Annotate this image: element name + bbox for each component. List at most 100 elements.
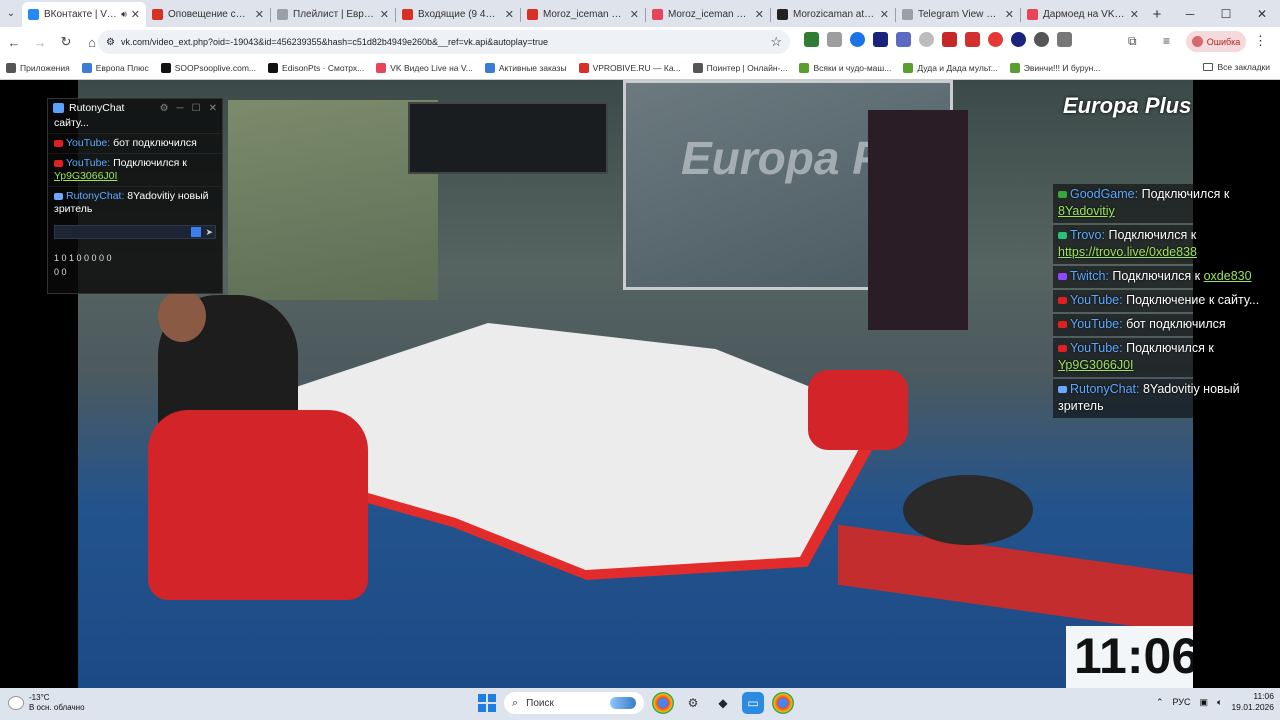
tab-close-icon[interactable]: ✕ (255, 8, 264, 21)
browser-tab[interactable]: Moroz_iceman на VK... ✕ (646, 2, 770, 27)
extension-icon[interactable] (1034, 32, 1049, 47)
message-link[interactable]: 8Yadovitiy (1058, 204, 1115, 218)
tab-close-icon[interactable]: ✕ (755, 8, 764, 21)
extensions-area (804, 32, 1074, 47)
extension-icon[interactable] (942, 32, 957, 47)
message-author: YouTube: (66, 137, 111, 149)
browser-tab[interactable]: Входящие (9 459) - ... ✕ (396, 2, 520, 27)
bookmark-favicon-icon (268, 63, 279, 73)
bookmark-item[interactable]: Эвинчи!!! И бурун... (1009, 63, 1100, 73)
weather-widget[interactable]: -13°C В осн. облачно (8, 693, 85, 713)
extension-icon[interactable] (850, 32, 865, 47)
tab-favicon-icon (652, 9, 663, 20)
message-link[interactable]: Yp9G3066J0I (54, 170, 117, 182)
tab-favicon-icon (277, 9, 288, 20)
maximize-button[interactable]: ☐ (1208, 0, 1244, 27)
tab-close-icon[interactable]: ✕ (630, 8, 639, 21)
chat-window-header[interactable]: RutonyChat ⚙ ─ ☐ ✕ (48, 99, 222, 117)
extension-icon[interactable] (827, 32, 842, 47)
settings-icon[interactable]: ⚙ (160, 103, 169, 114)
speaker-icon[interactable]: 🔊︎ (121, 9, 127, 20)
browser-app-icon[interactable] (772, 692, 794, 714)
platform-icon (54, 139, 63, 147)
bookmark-item[interactable]: SOOPsooplive.com... (160, 63, 256, 73)
extension-icon[interactable] (965, 32, 980, 47)
extension-icon[interactable] (873, 32, 888, 47)
system-clock[interactable]: 11:06 19.01.2026 (1231, 691, 1274, 713)
tab-title: Оповещение систе... (168, 9, 251, 20)
bookmark-item[interactable]: VPROBIVE.RU — Ка... (578, 63, 681, 73)
site-info-icon[interactable]: ⚙ (106, 37, 115, 48)
video-viewport: Europa Plus Europa Plus 11:06 25 RutonyC… (0, 80, 1280, 688)
chat-app-taskbar-icon[interactable]: ▭ (742, 692, 764, 714)
browser-tab[interactable]: Оповещение систе... ✕ (146, 2, 270, 27)
maximize-chat-icon[interactable]: ☐ (192, 103, 201, 114)
forward-button[interactable]: → (28, 30, 52, 54)
browser-tab[interactable]: Morozicaman at Tap... ✕ (771, 2, 895, 27)
bookmark-item[interactable]: VK Видео Live на V... (376, 63, 473, 73)
viewer-stats: 1 0 1 0 0 0 0 0 0 0 (48, 239, 222, 279)
url-text[interactable]: vk.com/video_ext.php?oid=-19043&id=45623… (121, 37, 770, 47)
bookmark-label: EdisonPts · Смотрх... (282, 63, 365, 73)
windows-start-icon[interactable] (478, 694, 496, 712)
address-bar[interactable]: ⚙ vk.com/video_ext.php?oid=-19043&id=456… (98, 30, 790, 54)
browser-tab[interactable]: Дармоед на VK Виде... ✕ (1021, 2, 1145, 27)
message-link[interactable]: https://trovo.live/0xde838 (1058, 245, 1197, 259)
tab-close-icon[interactable]: ✕ (131, 8, 140, 21)
tab-search-icon[interactable]: ⌄ (0, 0, 22, 27)
extension-icon[interactable] (804, 32, 819, 47)
tray-overflow-icon[interactable]: ⌃ (1156, 697, 1164, 708)
extensions-puzzle-icon[interactable] (1057, 32, 1072, 47)
chat-input[interactable]: ➤ (54, 225, 216, 239)
bookmark-item[interactable]: Всяки и чудо-маш... (799, 63, 891, 73)
chrome-app-icon[interactable] (652, 692, 674, 714)
bookmark-item[interactable]: Активные заказы (484, 63, 567, 73)
all-bookmarks-button[interactable]: Все закладки (1203, 62, 1270, 72)
profile-error-button[interactable]: Ошибка (1186, 31, 1246, 52)
message-author: GoodGame: (1070, 187, 1139, 201)
message-text: бот подключился (113, 137, 197, 149)
browser-menu-icon[interactable]: ⋮ (1254, 33, 1267, 49)
extension-icon[interactable] (988, 32, 1003, 47)
extension-icon[interactable] (1011, 32, 1026, 47)
bookmark-star-icon[interactable]: ☆ (770, 34, 782, 50)
browser-tab[interactable]: ВКонтакте | Video 🔊︎ ✕ (22, 2, 146, 27)
reload-button[interactable]: ↻ (54, 30, 78, 54)
new-tab-button[interactable]: + (1145, 2, 1169, 27)
window-controls: ─ ☐ ✕ (1172, 0, 1280, 27)
volume-icon[interactable]: 🔈︎ (1217, 697, 1222, 708)
tab-close-icon[interactable]: ✕ (505, 8, 514, 21)
bookmark-item[interactable]: Европа Плюс (81, 63, 149, 73)
rutony-chat-window[interactable]: RutonyChat ⚙ ─ ☐ ✕ сайту... YouTube: бот… (47, 98, 223, 294)
browser-tab[interactable]: Плейлист | Европа П... ✕ (271, 2, 395, 27)
tab-close-icon[interactable]: ✕ (1130, 8, 1139, 21)
close-window-button[interactable]: ✕ (1244, 0, 1280, 27)
reading-list-icon[interactable]: ≡ (1163, 34, 1170, 48)
bookmark-item[interactable]: EdisonPts · Смотрх... (268, 63, 364, 73)
settings-app-icon[interactable]: ⚙ (682, 692, 704, 714)
send-icon[interactable]: ➤ (205, 227, 213, 238)
video-player[interactable]: Europa Plus Europa Plus 11:06 25 (78, 80, 1193, 688)
extension-icon[interactable] (896, 32, 911, 47)
minimize-chat-icon[interactable]: ─ (177, 103, 184, 114)
back-button[interactable]: ← (2, 30, 26, 54)
tab-close-icon[interactable]: ✕ (380, 8, 389, 21)
message-link[interactable]: Yp9G3066J0I (1058, 358, 1134, 372)
steam-app-icon[interactable]: ◆ (712, 692, 734, 714)
tab-close-icon[interactable]: ✕ (1005, 8, 1014, 21)
message-link[interactable]: oxde830 (1204, 269, 1252, 283)
bookmark-item[interactable]: Приложения (6, 63, 70, 73)
bookmark-item[interactable]: Поинтер | Онлайн-... (692, 63, 787, 73)
taskbar-search[interactable]: ⌕ Поиск (504, 692, 644, 714)
minimize-button[interactable]: ─ (1172, 0, 1208, 27)
tab-close-icon[interactable]: ✕ (880, 8, 889, 21)
browser-tab[interactable]: Moroz_iceman начал... ✕ (521, 2, 645, 27)
emoji-icon[interactable] (191, 227, 202, 237)
extension-icon[interactable] (919, 32, 934, 47)
language-indicator[interactable]: РУС (1173, 697, 1191, 707)
browser-tab[interactable]: Telegram View @live... ✕ (896, 2, 1020, 27)
network-icon[interactable]: ▣ (1200, 697, 1209, 708)
bookmark-item[interactable]: Дуда и Дада мульт... (903, 63, 998, 73)
tab-search-list-icon[interactable]: ⧉ (1128, 34, 1137, 49)
close-chat-icon[interactable]: ✕ (209, 103, 217, 114)
